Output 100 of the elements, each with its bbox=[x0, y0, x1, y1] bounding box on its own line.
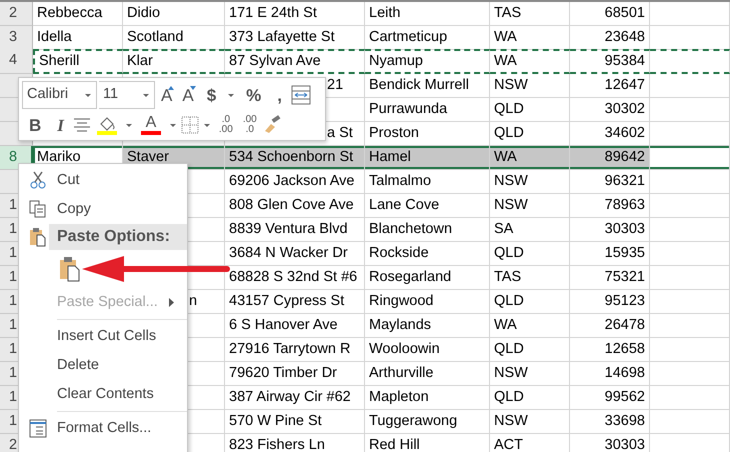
table-cell: ACT bbox=[490, 434, 570, 452]
table-cell: NSW bbox=[490, 362, 570, 386]
row-header[interactable]: 2 bbox=[0, 2, 33, 26]
caret-icon[interactable] bbox=[84, 92, 92, 98]
caret-icon[interactable] bbox=[124, 122, 133, 128]
table-cell: Tuggerawong bbox=[365, 410, 490, 434]
table-cell: 75321 bbox=[570, 266, 650, 290]
table-cell: Arthurville bbox=[365, 362, 490, 386]
table-cell: QLD bbox=[490, 242, 570, 266]
table-cell: QLD bbox=[490, 290, 570, 314]
table-cell: Bendick Murrell bbox=[365, 74, 490, 98]
table-cell: WA bbox=[490, 146, 570, 170]
table-cell: TAS bbox=[490, 266, 570, 290]
table-cell: 171 E 24th St bbox=[225, 2, 365, 26]
table-cell: SA bbox=[490, 218, 570, 242]
table-cell: 6 S Hanover Ave bbox=[225, 314, 365, 338]
table-cell: 373 Lafayette St bbox=[225, 26, 365, 50]
table-cell: 33698 bbox=[570, 410, 650, 434]
table-cell: QLD bbox=[490, 386, 570, 410]
table-cell: NSW bbox=[490, 170, 570, 194]
scissors-icon bbox=[29, 170, 47, 190]
table-cell: 68501 bbox=[570, 2, 650, 26]
bold-button[interactable]: B bbox=[22, 111, 48, 139]
table-cell: 95123 bbox=[570, 290, 650, 314]
table-cell: 27916 Tarrytown R bbox=[225, 338, 365, 362]
wrap-text-icon[interactable] bbox=[291, 85, 312, 105]
shrink-font-button[interactable]: A bbox=[178, 81, 198, 109]
table-cell: 14698 bbox=[570, 362, 650, 386]
table-cell: 79620 Timber Dr bbox=[225, 362, 365, 386]
table-cell: 534 Schoenborn St bbox=[225, 146, 365, 170]
table-cell: Didio bbox=[123, 2, 225, 26]
table-cell: WA bbox=[490, 314, 570, 338]
paintbrush-icon[interactable] bbox=[262, 115, 283, 135]
table-cell: NSW bbox=[490, 194, 570, 218]
table-cell: 8839 Ventura Blvd bbox=[225, 218, 365, 242]
table-cell: 3684 N Wacker Dr bbox=[225, 242, 365, 266]
table-cell: Cartmeticup bbox=[365, 26, 490, 50]
table-cell: WA bbox=[490, 49, 570, 74]
caret-icon[interactable] bbox=[142, 92, 150, 98]
table-cell: 96321 bbox=[570, 170, 650, 194]
table-cell: Talmalmo bbox=[365, 170, 490, 194]
caret-icon[interactable] bbox=[168, 122, 177, 128]
table-cell: Sherill bbox=[33, 49, 123, 74]
table-cell: 87 Sylvan Ave bbox=[225, 49, 365, 74]
table-cell: 43157 Cypress St bbox=[225, 290, 365, 314]
table-cell: 570 W Pine St bbox=[225, 410, 365, 434]
table-cell: Leith bbox=[365, 2, 490, 26]
table-cell: 15935 bbox=[570, 242, 650, 266]
font-field[interactable]: Calibri bbox=[22, 81, 97, 109]
table-cell: 12658 bbox=[570, 338, 650, 362]
table-cell: Klar bbox=[123, 49, 225, 74]
submenu-arrow-icon bbox=[169, 298, 175, 307]
table-cell: Purrawunda bbox=[365, 98, 490, 122]
table-cell: Ringwood bbox=[365, 290, 490, 314]
table-cell: 823 Fishers Ln bbox=[225, 434, 365, 452]
font-color-button[interactable]: A bbox=[136, 111, 165, 139]
table-cell: 387 Airway Cir #62 bbox=[225, 386, 365, 410]
list-icon bbox=[29, 418, 47, 438]
table-cell: 26478 bbox=[570, 314, 650, 338]
table-cell: 69206 Jackson Ave bbox=[225, 170, 365, 194]
borders-icon[interactable] bbox=[180, 116, 199, 134]
caret-icon[interactable] bbox=[202, 122, 211, 128]
table-cell: NSW bbox=[490, 410, 570, 434]
row-header[interactable]: 4 bbox=[0, 49, 33, 74]
table-cell: Rockside bbox=[365, 242, 490, 266]
caret-up-icon bbox=[168, 86, 174, 90]
table-cell: 808 Glen Cove Ave bbox=[225, 194, 365, 218]
table-cell: Maylands bbox=[365, 314, 490, 338]
table-cell: 89642 bbox=[570, 146, 650, 170]
table-cell: Wooloowin bbox=[365, 338, 490, 362]
table-cell: 78963 bbox=[570, 194, 650, 218]
copy-icon bbox=[29, 200, 47, 220]
table-cell: TAS bbox=[490, 2, 570, 26]
table-cell: Hamel bbox=[365, 146, 490, 170]
row-header[interactable]: 3 bbox=[0, 26, 33, 50]
italic-button[interactable]: I bbox=[50, 111, 71, 139]
table-cell: 30302 bbox=[570, 98, 650, 122]
table-cell: 99562 bbox=[570, 386, 650, 410]
table-cell: Blanchetown bbox=[365, 218, 490, 242]
table-cell: Idella bbox=[33, 26, 123, 50]
table-cell: 30303 bbox=[570, 434, 650, 452]
font-size-field[interactable]: 11 bbox=[99, 81, 155, 109]
paste-options-heading: Paste Options: bbox=[49, 224, 187, 250]
table-cell: WA bbox=[490, 26, 570, 50]
table-cell: QLD bbox=[490, 98, 570, 122]
align-center-icon[interactable] bbox=[72, 116, 91, 134]
format-button[interactable]: $ bbox=[200, 81, 224, 109]
clipboard-icon bbox=[59, 256, 81, 282]
table-cell: 12647 bbox=[570, 74, 650, 98]
table-cell: Scotland bbox=[123, 26, 225, 50]
caret-down-icon bbox=[190, 86, 196, 90]
grow-font-button[interactable]: A bbox=[157, 81, 176, 109]
table-cell: NSW bbox=[490, 74, 570, 98]
caret-icon[interactable] bbox=[227, 92, 236, 98]
table-cell: Red Hill bbox=[365, 434, 490, 452]
table-cell: QLD bbox=[490, 338, 570, 362]
table-cell: Rebbecca bbox=[33, 2, 123, 26]
table-cell: Nyamup bbox=[365, 49, 490, 74]
table-cell: 23648 bbox=[570, 26, 650, 50]
table-cell: Mapleton bbox=[365, 386, 490, 410]
